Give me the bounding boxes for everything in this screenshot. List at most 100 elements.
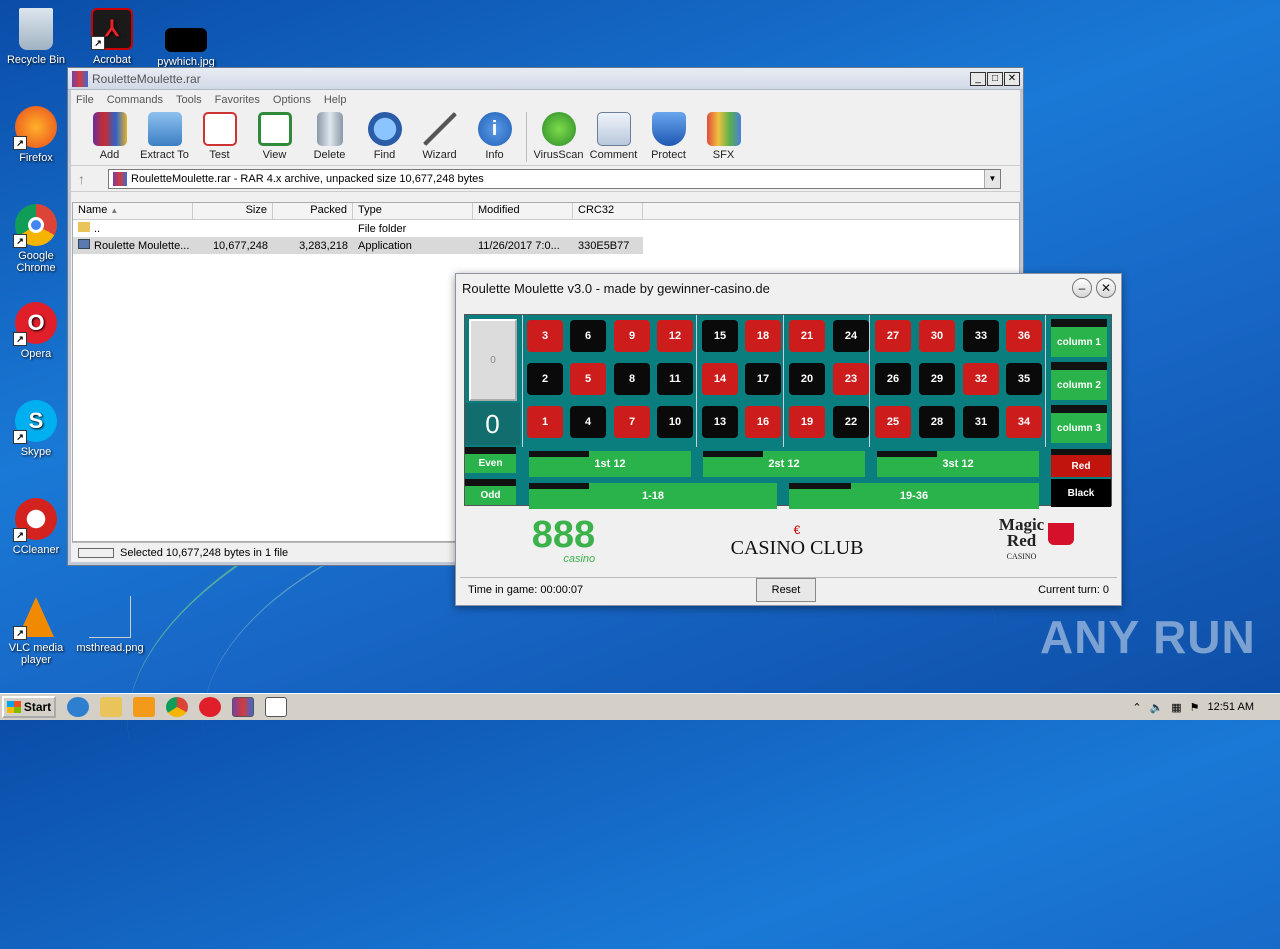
number-21[interactable]: 21 xyxy=(789,320,825,352)
comment-button[interactable]: Comment xyxy=(586,112,641,161)
dozen-3-bet[interactable]: 3st 12 xyxy=(877,451,1039,477)
up-arrow-icon[interactable]: ↑ xyxy=(78,171,108,187)
number-26[interactable]: 26 xyxy=(875,363,911,395)
logo-casino-club[interactable]: € CASINO CLUB xyxy=(731,523,864,560)
info-button[interactable]: i Info xyxy=(467,112,522,161)
number-22[interactable]: 22 xyxy=(833,406,869,438)
number-23[interactable]: 23 xyxy=(833,363,869,395)
dozen-1-bet[interactable]: 1st 12 xyxy=(529,451,691,477)
desktop-icon-pywhich[interactable]: pywhich.jpg xyxy=(150,8,222,68)
number-34[interactable]: 34 xyxy=(1006,406,1042,438)
extract-to-button[interactable]: Extract To xyxy=(137,112,192,161)
number-3[interactable]: 3 xyxy=(527,320,563,352)
protect-button[interactable]: Protect xyxy=(641,112,696,161)
desktop-icon-opera[interactable]: O ↗ Opera xyxy=(0,302,72,360)
number-25[interactable]: 25 xyxy=(875,406,911,438)
find-button[interactable]: Find xyxy=(357,112,412,161)
sfx-button[interactable]: SFX xyxy=(696,112,751,161)
logo-magic-red[interactable]: Magic Red CASINO xyxy=(999,516,1075,565)
winrar-taskbar-icon[interactable] xyxy=(232,697,254,717)
number-12[interactable]: 12 xyxy=(657,320,693,352)
number-5[interactable]: 5 xyxy=(570,363,606,395)
number-0[interactable]: 0 xyxy=(465,403,520,445)
column-name[interactable]: Name ▲ xyxy=(73,203,193,219)
number-2[interactable]: 2 xyxy=(527,363,563,395)
number-36[interactable]: 36 xyxy=(1006,320,1042,352)
volume-icon[interactable]: 🔈 xyxy=(1150,701,1164,714)
column-packed[interactable]: Packed xyxy=(273,203,353,219)
column-crc32[interactable]: CRC32 xyxy=(573,203,643,219)
column-2-bet[interactable]: column 2 xyxy=(1051,362,1107,400)
spin-button[interactable]: 0 xyxy=(469,319,517,401)
logo-888-casino[interactable]: 888 casino xyxy=(532,516,595,565)
number-6[interactable]: 6 xyxy=(570,320,606,352)
desktop-icon-chrome[interactable]: ↗ Google Chrome xyxy=(0,204,72,274)
number-1[interactable]: 1 xyxy=(527,406,563,438)
menu-tools[interactable]: Tools xyxy=(176,94,202,106)
number-30[interactable]: 30 xyxy=(919,320,955,352)
menu-help[interactable]: Help xyxy=(324,94,347,106)
number-35[interactable]: 35 xyxy=(1006,363,1042,395)
network-icon[interactable]: ▦ xyxy=(1171,701,1181,714)
column-3-bet[interactable]: column 3 xyxy=(1051,405,1107,443)
number-33[interactable]: 33 xyxy=(963,320,999,352)
table-row[interactable]: Roulette Moulette... 10,677,248 3,283,21… xyxy=(73,237,643,254)
desktop-icon-recycle-bin[interactable]: Recycle Bin xyxy=(0,8,72,66)
wizard-button[interactable]: Wizard xyxy=(412,112,467,161)
desktop-icon-skype[interactable]: S ↗ Skype xyxy=(0,400,72,458)
opera-taskbar-icon[interactable] xyxy=(199,697,221,717)
number-10[interactable]: 10 xyxy=(657,406,693,438)
archive-path-field[interactable]: RouletteMoulette.rar - RAR 4.x archive, … xyxy=(108,168,1001,189)
start-button[interactable]: Start xyxy=(2,696,56,718)
number-13[interactable]: 13 xyxy=(702,406,738,438)
number-18[interactable]: 18 xyxy=(745,320,781,352)
desktop-icon-ccleaner[interactable]: ↗ CCleaner xyxy=(0,498,72,556)
low-half-bet[interactable]: 1-18 xyxy=(529,483,777,509)
desktop-icon-acrobat[interactable]: ⅄ ↗ Acrobat xyxy=(76,8,148,66)
chevron-down-icon[interactable]: ▼ xyxy=(984,169,1000,188)
high-half-bet[interactable]: 19-36 xyxy=(789,483,1039,509)
column-size[interactable]: Size xyxy=(193,203,273,219)
number-27[interactable]: 27 xyxy=(875,320,911,352)
clock[interactable]: 12:51 AM xyxy=(1208,701,1254,713)
flag-icon[interactable]: ⚑ xyxy=(1190,701,1200,714)
menu-file[interactable]: File xyxy=(76,94,94,106)
red-bet[interactable]: Red xyxy=(1051,449,1111,477)
winrar-titlebar[interactable]: RouletteMoulette.rar _ □ ✕ xyxy=(68,68,1023,90)
number-16[interactable]: 16 xyxy=(745,406,781,438)
delete-button[interactable]: Delete xyxy=(302,112,357,161)
column-modified[interactable]: Modified xyxy=(473,203,573,219)
number-31[interactable]: 31 xyxy=(963,406,999,438)
minimize-button[interactable]: _ xyxy=(970,71,986,86)
close-button[interactable]: ✕ xyxy=(1004,71,1020,86)
view-button[interactable]: View xyxy=(247,112,302,161)
number-17[interactable]: 17 xyxy=(745,363,781,395)
menu-favorites[interactable]: Favorites xyxy=(215,94,260,106)
desktop-icon-msthread[interactable]: msthread.png xyxy=(74,596,146,654)
virusscan-button[interactable]: VirusScan xyxy=(531,112,586,161)
menu-commands[interactable]: Commands xyxy=(107,94,163,106)
roulette-taskbar-icon[interactable] xyxy=(265,697,287,717)
minimize-button[interactable]: – xyxy=(1072,278,1092,298)
number-32[interactable]: 32 xyxy=(963,363,999,395)
number-4[interactable]: 4 xyxy=(570,406,606,438)
odd-bet[interactable]: Odd xyxy=(465,479,516,505)
number-9[interactable]: 9 xyxy=(614,320,650,352)
black-bet[interactable]: Black xyxy=(1051,479,1111,507)
number-24[interactable]: 24 xyxy=(833,320,869,352)
close-button[interactable]: ✕ xyxy=(1096,278,1116,298)
media-player-taskbar-icon[interactable] xyxy=(133,697,155,717)
number-19[interactable]: 19 xyxy=(789,406,825,438)
column-type[interactable]: Type xyxy=(353,203,473,219)
reset-button[interactable]: Reset xyxy=(756,577,816,602)
explorer-taskbar-icon[interactable] xyxy=(100,697,122,717)
number-15[interactable]: 15 xyxy=(702,320,738,352)
ie-taskbar-icon[interactable] xyxy=(67,697,89,717)
dozen-2-bet[interactable]: 2st 12 xyxy=(703,451,865,477)
roulette-titlebar[interactable]: Roulette Moulette v3.0 - made by gewinne… xyxy=(456,274,1121,302)
number-14[interactable]: 14 xyxy=(702,363,738,395)
chrome-taskbar-icon[interactable] xyxy=(166,697,188,717)
number-8[interactable]: 8 xyxy=(614,363,650,395)
desktop-icon-vlc[interactable]: ↗ VLC media player xyxy=(0,596,72,666)
number-20[interactable]: 20 xyxy=(789,363,825,395)
